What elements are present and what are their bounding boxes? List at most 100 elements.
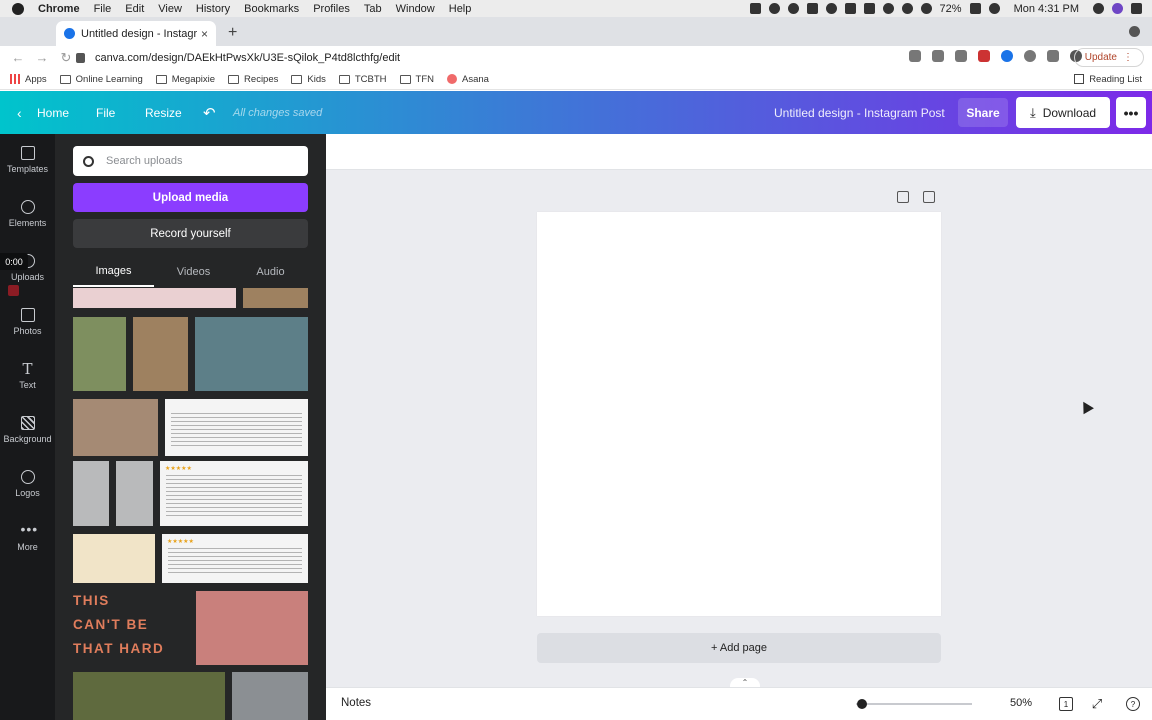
lock-icon[interactable] xyxy=(76,52,85,63)
bookmark-online-learning[interactable]: Online Learning xyxy=(59,74,143,85)
upload-thumbnail[interactable]: ★★★★★ xyxy=(160,461,308,526)
resize-button[interactable]: Resize xyxy=(145,91,182,134)
stop-recording-icon[interactable] xyxy=(8,285,19,296)
menu-app-name[interactable]: Chrome xyxy=(38,3,80,15)
sync-icon[interactable] xyxy=(825,3,837,14)
upload-thumbnail[interactable] xyxy=(116,461,153,526)
duplicate-page-icon[interactable] xyxy=(897,191,909,203)
control-center-icon[interactable] xyxy=(1131,3,1142,14)
clock[interactable]: Mon 4:31 PM xyxy=(1014,3,1079,15)
menu-edit[interactable]: Edit xyxy=(125,3,144,15)
user-icon[interactable] xyxy=(988,3,1000,14)
extension-badge-icon[interactable] xyxy=(978,50,990,62)
info-icon[interactable] xyxy=(882,3,894,14)
upload-thumbnail[interactable] xyxy=(195,317,308,391)
new-tab-icon[interactable]: + xyxy=(228,24,237,42)
avatar-icon[interactable] xyxy=(1112,3,1123,14)
chrome-extension-icon[interactable] xyxy=(1001,50,1013,62)
back-chevron-icon[interactable]: ‹ xyxy=(17,91,22,134)
menu-view[interactable]: View xyxy=(158,3,182,15)
recording-timer[interactable]: 0:00 xyxy=(0,253,28,270)
rail-logos[interactable]: Logos xyxy=(0,458,55,512)
screen-record-icon[interactable] xyxy=(749,3,761,14)
menu-file[interactable]: File xyxy=(94,3,112,15)
record-yourself-button[interactable]: Record yourself xyxy=(73,219,308,248)
tab-audio[interactable]: Audio xyxy=(233,257,308,287)
upload-thumbnail[interactable] xyxy=(73,534,155,583)
bookmark-kids[interactable]: Kids xyxy=(291,74,326,85)
upload-thumbnail[interactable] xyxy=(165,399,308,456)
volume-icon[interactable] xyxy=(920,3,932,14)
download-button[interactable]: ⤓ Download xyxy=(1016,97,1110,128)
file-menu-button[interactable]: File xyxy=(96,91,115,134)
menu-help[interactable]: Help xyxy=(449,3,472,15)
menu-tab[interactable]: Tab xyxy=(364,3,382,15)
more-options-button[interactable]: ••• xyxy=(1116,97,1146,128)
reading-list-button[interactable]: Reading List xyxy=(1074,74,1142,85)
search-uploads-field[interactable]: Search uploads xyxy=(73,146,308,176)
forward-icon[interactable]: → xyxy=(32,50,52,65)
menu-history[interactable]: History xyxy=(196,3,230,15)
back-icon[interactable]: ← xyxy=(8,50,28,65)
fullscreen-icon[interactable]: ⤢ xyxy=(1090,696,1104,711)
quote-graphic-thumbnail[interactable]: THIS CAN'T BE THAT HARD xyxy=(73,589,193,664)
bookmark-recipes[interactable]: Recipes xyxy=(228,74,278,85)
document-title[interactable]: Untitled design - Instagram Post xyxy=(774,91,945,134)
upload-thumbnail[interactable] xyxy=(73,672,225,720)
add-page-button[interactable]: + Add page xyxy=(537,633,941,663)
zoom-icon[interactable] xyxy=(909,50,921,62)
notes-button[interactable]: Notes xyxy=(341,697,371,709)
share-button[interactable]: Share xyxy=(958,98,1008,127)
upload-thumbnail[interactable] xyxy=(73,461,109,526)
rail-background[interactable]: Background xyxy=(0,404,55,458)
add-page-icon[interactable] xyxy=(923,191,935,203)
url-field[interactable]: canva.com/design/DAEkHtPwsXk/U3E-sQilok_… xyxy=(76,46,946,69)
zoom-slider-handle[interactable] xyxy=(857,699,867,709)
bookmark-tcbth[interactable]: TCBTH xyxy=(338,74,387,85)
tab-videos[interactable]: Videos xyxy=(154,257,233,287)
help-button[interactable]: ? xyxy=(1126,697,1140,711)
zoom-level[interactable]: 50% xyxy=(1010,697,1032,709)
reload-icon[interactable]: ↻ xyxy=(56,50,76,66)
battery-icon[interactable] xyxy=(969,3,981,14)
zoom-slider-track[interactable] xyxy=(856,703,972,705)
dropbox-icon[interactable] xyxy=(806,3,818,14)
screenshot-icon[interactable] xyxy=(955,50,967,62)
menu-bookmarks[interactable]: Bookmarks xyxy=(244,3,299,15)
upload-thumbnail[interactable] xyxy=(73,317,126,391)
bookmark-asana[interactable]: Asana xyxy=(447,74,489,85)
menu-profiles[interactable]: Profiles xyxy=(313,3,350,15)
page-count-button[interactable]: 1 xyxy=(1059,697,1073,711)
rail-photos[interactable]: Photos xyxy=(0,296,55,350)
upload-thumbnail[interactable] xyxy=(232,672,308,720)
extension-icon[interactable] xyxy=(768,3,780,14)
gear-icon[interactable] xyxy=(787,3,799,14)
search-icon[interactable] xyxy=(1093,3,1104,14)
bookmark-apps[interactable]: Apps xyxy=(10,74,47,85)
menu-window[interactable]: Window xyxy=(396,3,435,15)
wifi-icon[interactable] xyxy=(901,3,913,14)
puzzle-icon[interactable] xyxy=(1047,50,1059,62)
rail-templates[interactable]: Templates xyxy=(0,134,55,188)
update-button[interactable]: Update ⋮ xyxy=(1073,48,1144,67)
browser-tab[interactable]: Untitled design - Instagram Po × xyxy=(56,21,216,46)
bookmark-megapixie[interactable]: Megapixie xyxy=(155,74,215,85)
tab-images[interactable]: Images xyxy=(73,257,154,287)
close-tab-icon[interactable]: × xyxy=(201,27,208,41)
upload-thumbnail[interactable] xyxy=(243,288,308,308)
upload-thumbnail[interactable] xyxy=(196,591,308,665)
upload-thumbnail[interactable] xyxy=(73,399,158,456)
upload-thumbnail[interactable]: ★★★★★ xyxy=(162,534,308,583)
rail-more[interactable]: ••• More xyxy=(0,512,55,566)
undo-icon[interactable]: ↶ xyxy=(203,91,216,134)
upload-thumbnail[interactable] xyxy=(73,288,236,308)
rail-text[interactable]: T Text xyxy=(0,350,55,404)
tab-search-icon[interactable] xyxy=(1129,26,1140,37)
design-page[interactable] xyxy=(537,212,941,616)
apple-icon[interactable] xyxy=(12,2,24,15)
rail-elements[interactable]: Elements xyxy=(0,188,55,242)
bookmark-star-icon[interactable] xyxy=(932,50,944,62)
cloud-icon[interactable] xyxy=(844,3,856,14)
upload-media-button[interactable]: Upload media xyxy=(73,183,308,212)
info-extension-icon[interactable] xyxy=(1024,50,1036,62)
